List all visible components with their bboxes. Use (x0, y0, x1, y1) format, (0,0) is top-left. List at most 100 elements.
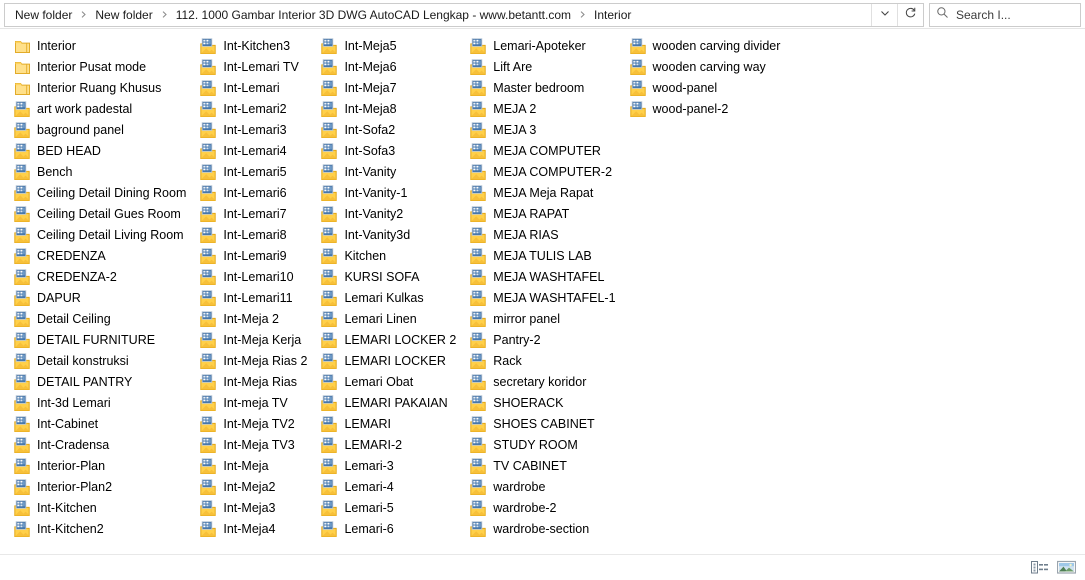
file-list-item[interactable]: Int-Meja 2 (200, 309, 321, 330)
file-list-item[interactable]: Interior Pusat mode (14, 57, 200, 78)
breadcrumb-item[interactable]: 112. 1000 Gambar Interior 3D DWG AutoCAD… (172, 6, 575, 24)
file-list-item[interactable]: Int-Lemari2 (200, 99, 321, 120)
file-list-item[interactable]: LEMARI PAKAIAN (321, 393, 470, 414)
file-list-item[interactable]: Ceiling Detail Dining Room (14, 183, 200, 204)
file-list-item[interactable]: Int-Vanity2 (321, 204, 470, 225)
file-list-item[interactable]: Int-Lemari9 (200, 246, 321, 267)
file-list-item[interactable]: Int-Meja8 (321, 99, 470, 120)
file-list-item[interactable]: TV CABINET (470, 456, 629, 477)
file-list-item[interactable]: MEJA RIAS (470, 225, 629, 246)
file-list-item[interactable]: wood-panel-2 (629, 99, 795, 120)
file-list-item[interactable]: MEJA WASHTAFEL-1 (470, 288, 629, 309)
file-list-item[interactable]: Master bedroom (470, 78, 629, 99)
file-list-item[interactable]: Interior-Plan2 (14, 477, 200, 498)
file-list-item[interactable]: Int-Vanity3d (321, 225, 470, 246)
details-view-button[interactable] (1028, 558, 1050, 578)
file-list-item[interactable]: Int-Lemari11 (200, 288, 321, 309)
breadcrumb-item[interactable]: New folder (11, 6, 76, 24)
file-list-item[interactable]: Int-Kitchen2 (14, 519, 200, 540)
file-list-item[interactable]: CREDENZA-2 (14, 267, 200, 288)
file-list-item[interactable]: Int-Lemari (200, 78, 321, 99)
file-list-item[interactable]: DETAIL PANTRY (14, 372, 200, 393)
file-list-item[interactable]: MEJA COMPUTER (470, 141, 629, 162)
file-list-view[interactable]: Interior Interior Pusat mode Interior Ruan… (0, 29, 1085, 554)
file-list-item[interactable]: Int-Meja3 (200, 498, 321, 519)
file-list-item[interactable]: wardrobe-2 (470, 498, 629, 519)
file-list-item[interactable]: Lemari-3 (321, 456, 470, 477)
file-list-item[interactable]: wardrobe (470, 477, 629, 498)
refresh-button[interactable] (897, 3, 923, 26)
file-list-item[interactable]: baground panel (14, 120, 200, 141)
file-list-item[interactable]: Int-Lemari3 (200, 120, 321, 141)
file-list-item[interactable]: Lemari-4 (321, 477, 470, 498)
file-list-item[interactable]: Ceiling Detail Living Room (14, 225, 200, 246)
breadcrumb-item[interactable]: New folder (91, 6, 156, 24)
file-list-item[interactable]: Int-Lemari7 (200, 204, 321, 225)
file-list-item[interactable]: CREDENZA (14, 246, 200, 267)
file-list-item[interactable]: Int-Meja TV3 (200, 435, 321, 456)
file-list-item[interactable]: Ceiling Detail Gues Room (14, 204, 200, 225)
file-list-item[interactable]: DAPUR (14, 288, 200, 309)
file-list-item[interactable]: Pantry-2 (470, 330, 629, 351)
file-list-item[interactable]: Int-Cabinet (14, 414, 200, 435)
file-list-item[interactable]: Lemari-5 (321, 498, 470, 519)
file-list-item[interactable]: Interior-Plan (14, 456, 200, 477)
file-list-item[interactable]: Bench (14, 162, 200, 183)
file-list-item[interactable]: LEMARI LOCKER 2 (321, 330, 470, 351)
file-list-item[interactable]: Int-Meja2 (200, 477, 321, 498)
file-list-item[interactable]: Int-Vanity-1 (321, 183, 470, 204)
file-list-item[interactable]: MEJA Meja Rapat (470, 183, 629, 204)
file-list-item[interactable]: Int-3d Lemari (14, 393, 200, 414)
file-list-item[interactable]: Lemari Kulkas (321, 288, 470, 309)
file-list-item[interactable]: Int-meja TV (200, 393, 321, 414)
file-list-item[interactable]: wooden carving way (629, 57, 795, 78)
address-bar[interactable]: New folder New folder 112. 1000 Gambar Int… (4, 2, 924, 27)
file-list-item[interactable]: Int-Lemari8 (200, 225, 321, 246)
file-list-item[interactable]: Detail Ceiling (14, 309, 200, 330)
file-list-item[interactable]: Kitchen (321, 246, 470, 267)
large-icons-view-button[interactable] (1055, 558, 1077, 578)
file-list-item[interactable]: Int-Meja (200, 456, 321, 477)
file-list-item[interactable]: STUDY ROOM (470, 435, 629, 456)
file-list-item[interactable]: MEJA RAPAT (470, 204, 629, 225)
file-list-item[interactable]: Int-Meja TV2 (200, 414, 321, 435)
file-list-item[interactable]: LEMARI-2 (321, 435, 470, 456)
file-list-item[interactable]: Lemari-Apoteker (470, 36, 629, 57)
file-list-item[interactable]: LEMARI LOCKER (321, 351, 470, 372)
file-list-item[interactable]: Lift Are (470, 57, 629, 78)
file-list-item[interactable]: Lemari Obat (321, 372, 470, 393)
file-list-item[interactable]: wardrobe-section (470, 519, 629, 540)
file-list-item[interactable]: Int-Sofa3 (321, 141, 470, 162)
file-list-item[interactable]: Int-Meja5 (321, 36, 470, 57)
file-list-item[interactable]: KURSI SOFA (321, 267, 470, 288)
file-list-item[interactable]: Lemari-6 (321, 519, 470, 540)
file-list-item[interactable]: Int-Vanity (321, 162, 470, 183)
file-list-item[interactable]: Int-Meja Rias 2 (200, 351, 321, 372)
file-list-item[interactable]: Int-Kitchen3 (200, 36, 321, 57)
file-list-item[interactable]: Int-Kitchen (14, 498, 200, 519)
file-list-item[interactable]: Rack (470, 351, 629, 372)
file-list-item[interactable]: Int-Sofa2 (321, 120, 470, 141)
file-list-item[interactable]: Int-Lemari4 (200, 141, 321, 162)
file-list-item[interactable]: SHOES CABINET (470, 414, 629, 435)
file-list-item[interactable]: Int-Lemari TV (200, 57, 321, 78)
file-list-item[interactable]: art work padestal (14, 99, 200, 120)
file-list-item[interactable]: SHOERACK (470, 393, 629, 414)
file-list-item[interactable]: LEMARI (321, 414, 470, 435)
address-history-dropdown-button[interactable] (871, 3, 897, 26)
file-list-item[interactable]: MEJA COMPUTER-2 (470, 162, 629, 183)
search-input[interactable]: Search I... (929, 2, 1081, 27)
file-list-item[interactable]: Lemari Linen (321, 309, 470, 330)
file-list-item[interactable]: wooden carving divider (629, 36, 795, 57)
file-list-item[interactable]: Detail konstruksi (14, 351, 200, 372)
file-list-item[interactable]: Int-Lemari6 (200, 183, 321, 204)
file-list-item[interactable]: Int-Meja Kerja (200, 330, 321, 351)
file-list-item[interactable]: MEJA WASHTAFEL (470, 267, 629, 288)
file-list-item[interactable]: BED HEAD (14, 141, 200, 162)
file-list-item[interactable]: MEJA 3 (470, 120, 629, 141)
file-list-item[interactable]: MEJA 2 (470, 99, 629, 120)
file-list-item[interactable]: DETAIL FURNITURE (14, 330, 200, 351)
file-list-item[interactable]: Int-Meja Rias (200, 372, 321, 393)
breadcrumb-item[interactable]: Interior (590, 6, 635, 24)
file-list-item[interactable]: Int-Lemari10 (200, 267, 321, 288)
